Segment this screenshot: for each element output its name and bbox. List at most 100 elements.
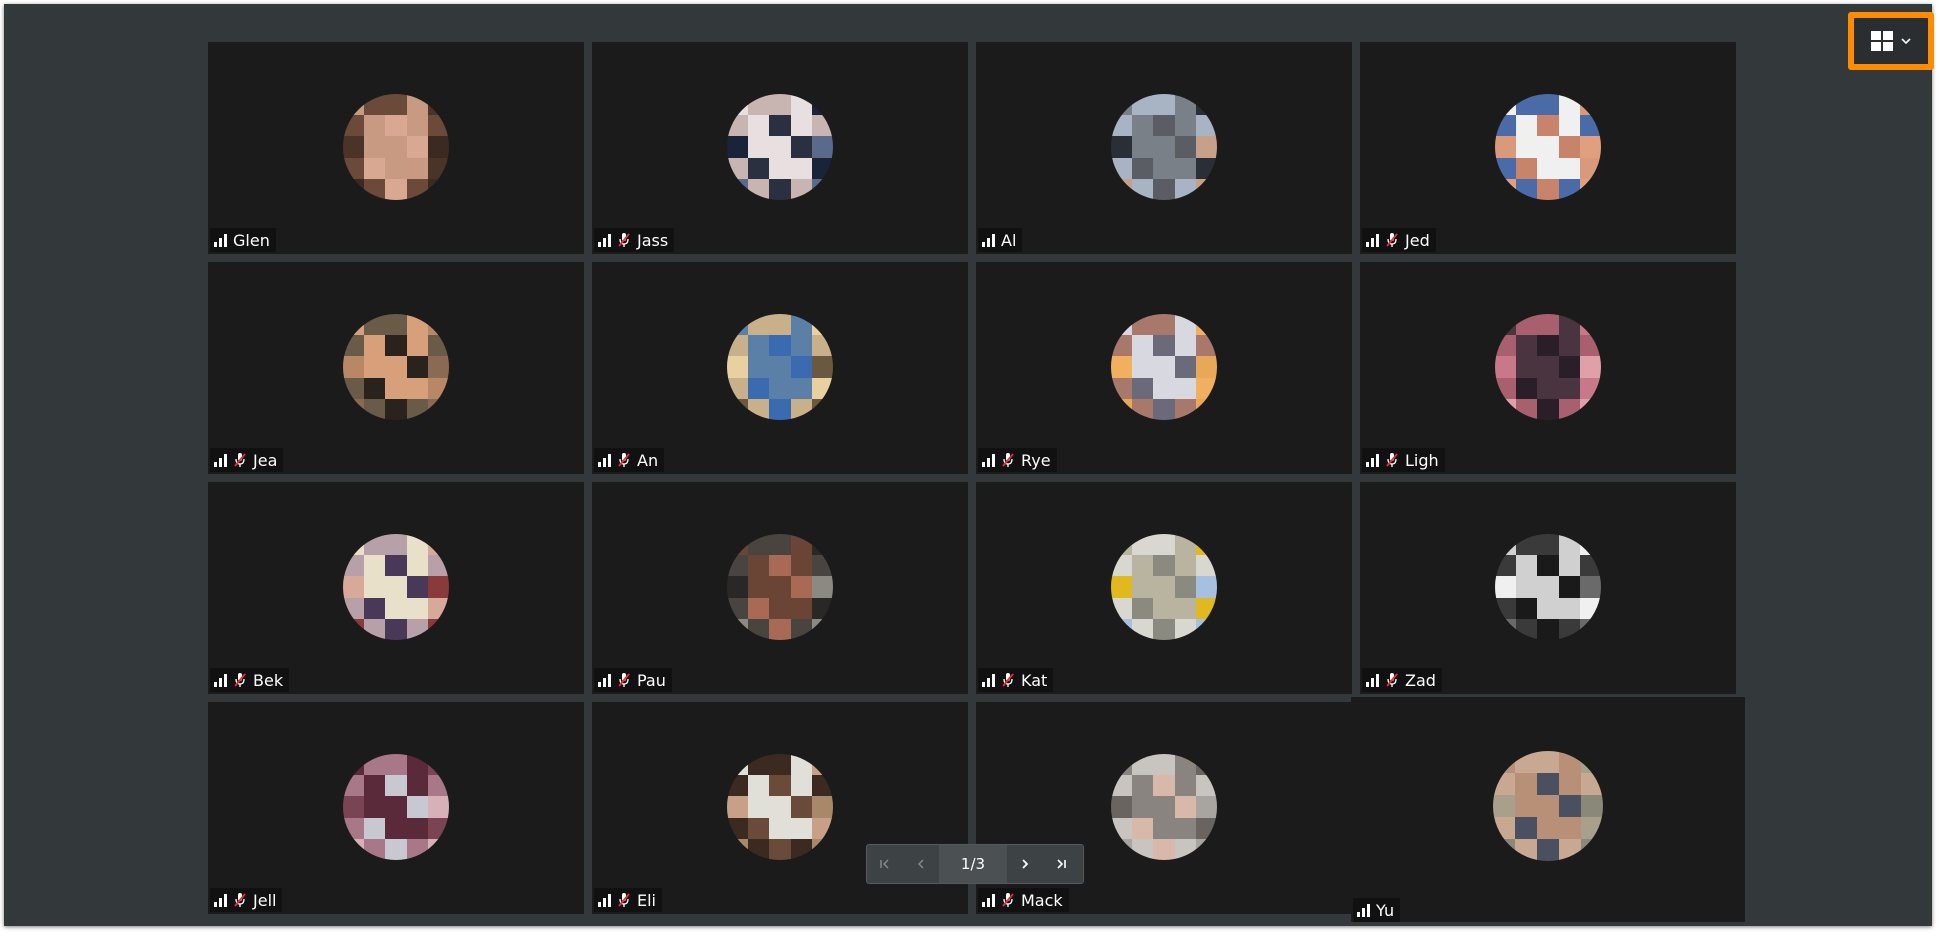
participant-name: Jea bbox=[253, 450, 278, 470]
participant-avatar bbox=[1493, 751, 1603, 861]
signal-strength-icon bbox=[1366, 453, 1379, 467]
participant-avatar bbox=[1495, 314, 1601, 420]
participant-name: Al bbox=[1001, 230, 1017, 250]
participant-avatar bbox=[1495, 534, 1601, 640]
participant-avatar bbox=[1495, 94, 1601, 200]
participant-tile[interactable]: An bbox=[592, 262, 968, 474]
participant-name: Ligh bbox=[1405, 450, 1439, 470]
participant-avatar bbox=[727, 94, 833, 200]
participant-name-tag: Kat bbox=[978, 668, 1054, 692]
participant-avatar bbox=[343, 754, 449, 860]
prev-page-button[interactable] bbox=[903, 845, 939, 883]
chevron-down-icon bbox=[1901, 38, 1911, 45]
participant-tile[interactable]: Ligh bbox=[1360, 262, 1736, 474]
signal-strength-icon bbox=[598, 673, 611, 687]
next-page-button[interactable] bbox=[1007, 845, 1043, 883]
participant-name-tag: Ligh bbox=[1362, 448, 1445, 472]
participant-name: Jell bbox=[253, 890, 277, 910]
participant-avatar bbox=[343, 314, 449, 420]
last-page-button[interactable] bbox=[1043, 845, 1079, 883]
participant-name: Zad bbox=[1405, 670, 1436, 690]
signal-strength-icon bbox=[214, 893, 227, 907]
participant-tile[interactable]: Pau bbox=[592, 482, 968, 694]
participant-name-tag: Jell bbox=[210, 888, 283, 912]
participant-avatar bbox=[727, 314, 833, 420]
participant-tile[interactable]: Jell bbox=[208, 702, 584, 914]
participant-name: Jass bbox=[637, 230, 669, 250]
participant-avatar bbox=[727, 754, 833, 860]
participant-name-tag: Zad bbox=[1362, 668, 1442, 692]
meeting-window: Glen Jass Al Jed Jea An Rye Ligh Bek Pau Kat Zad Jel… bbox=[4, 4, 1934, 926]
microphone-muted-icon bbox=[1386, 673, 1398, 687]
microphone-muted-icon bbox=[618, 893, 630, 907]
participant-avatar bbox=[727, 534, 833, 640]
participant-name: Bek bbox=[253, 670, 284, 690]
microphone-muted-icon bbox=[234, 673, 246, 687]
participant-avatar bbox=[1111, 534, 1217, 640]
participant-tile[interactable]: Jed bbox=[1360, 42, 1736, 254]
microphone-muted-icon bbox=[1002, 453, 1014, 467]
participant-name-tag: Yu bbox=[1353, 898, 1401, 922]
microphone-muted-icon bbox=[234, 453, 246, 467]
participant-name-tag: Bek bbox=[210, 668, 290, 692]
prev-page-icon bbox=[918, 859, 924, 869]
participant-name-tag: Jed bbox=[1362, 228, 1436, 252]
participant-tile[interactable]: Yu bbox=[1351, 697, 1745, 922]
signal-strength-icon bbox=[598, 453, 611, 467]
participant-name-tag: Jea bbox=[210, 448, 284, 472]
participant-name: Pau bbox=[637, 670, 666, 690]
participant-tile[interactable]: Zad bbox=[1360, 482, 1736, 694]
participant-name: Jed bbox=[1405, 230, 1430, 250]
page-indicator: 1/3 bbox=[939, 845, 1007, 883]
next-page-icon bbox=[1022, 859, 1029, 869]
last-page-icon bbox=[1057, 859, 1066, 869]
microphone-muted-icon bbox=[618, 453, 630, 467]
participant-name-tag: Rye bbox=[978, 448, 1057, 472]
participant-avatar bbox=[343, 94, 449, 200]
signal-strength-icon bbox=[982, 233, 995, 247]
participant-tile[interactable]: Rye bbox=[976, 262, 1352, 474]
first-page-button[interactable] bbox=[867, 845, 903, 883]
signal-strength-icon bbox=[1366, 233, 1379, 247]
signal-strength-icon bbox=[214, 453, 227, 467]
participant-avatar bbox=[343, 534, 449, 640]
participant-tile[interactable]: Al bbox=[976, 42, 1352, 254]
participant-name-tag: Al bbox=[978, 228, 1023, 252]
participant-tile[interactable]: Jass bbox=[592, 42, 968, 254]
signal-strength-icon bbox=[214, 233, 227, 247]
signal-strength-icon bbox=[1357, 903, 1370, 917]
participant-name-tag: Mack bbox=[978, 888, 1069, 912]
participant-name: Mack bbox=[1021, 890, 1063, 910]
signal-strength-icon bbox=[982, 893, 995, 907]
signal-strength-icon bbox=[214, 673, 227, 687]
pagination-control: 1/3 bbox=[866, 844, 1084, 884]
video-grid: Glen Jass Al Jed Jea An Rye Ligh Bek Pau Kat Zad Jel… bbox=[208, 42, 1745, 922]
participant-name-tag: Glen bbox=[210, 228, 276, 252]
signal-strength-icon bbox=[598, 233, 611, 247]
participant-name-tag: An bbox=[594, 448, 665, 472]
participant-name: An bbox=[637, 450, 659, 470]
participant-avatar bbox=[1111, 94, 1217, 200]
participant-avatar bbox=[1111, 314, 1217, 420]
participant-name: Kat bbox=[1021, 670, 1048, 690]
participant-name: Rye bbox=[1021, 450, 1051, 470]
signal-strength-icon bbox=[982, 673, 995, 687]
participant-tile[interactable]: Kat bbox=[976, 482, 1352, 694]
grid-layout-icon bbox=[1871, 31, 1893, 51]
participant-tile[interactable]: Glen bbox=[208, 42, 584, 254]
participant-tile[interactable]: Bek bbox=[208, 482, 584, 694]
microphone-muted-icon bbox=[618, 673, 630, 687]
participant-name: Eli bbox=[637, 890, 656, 910]
microphone-muted-icon bbox=[1002, 893, 1014, 907]
participant-name: Yu bbox=[1376, 900, 1395, 920]
participant-name-tag: Jass bbox=[594, 228, 675, 252]
microphone-muted-icon bbox=[618, 233, 630, 247]
microphone-muted-icon bbox=[1386, 453, 1398, 467]
participant-tile[interactable]: Jea bbox=[208, 262, 584, 474]
microphone-muted-icon bbox=[1386, 233, 1398, 247]
participant-name: Glen bbox=[233, 230, 270, 250]
microphone-muted-icon bbox=[234, 893, 246, 907]
signal-strength-icon bbox=[982, 453, 995, 467]
signal-strength-icon bbox=[598, 893, 611, 907]
layout-switcher-button[interactable] bbox=[1848, 12, 1934, 70]
